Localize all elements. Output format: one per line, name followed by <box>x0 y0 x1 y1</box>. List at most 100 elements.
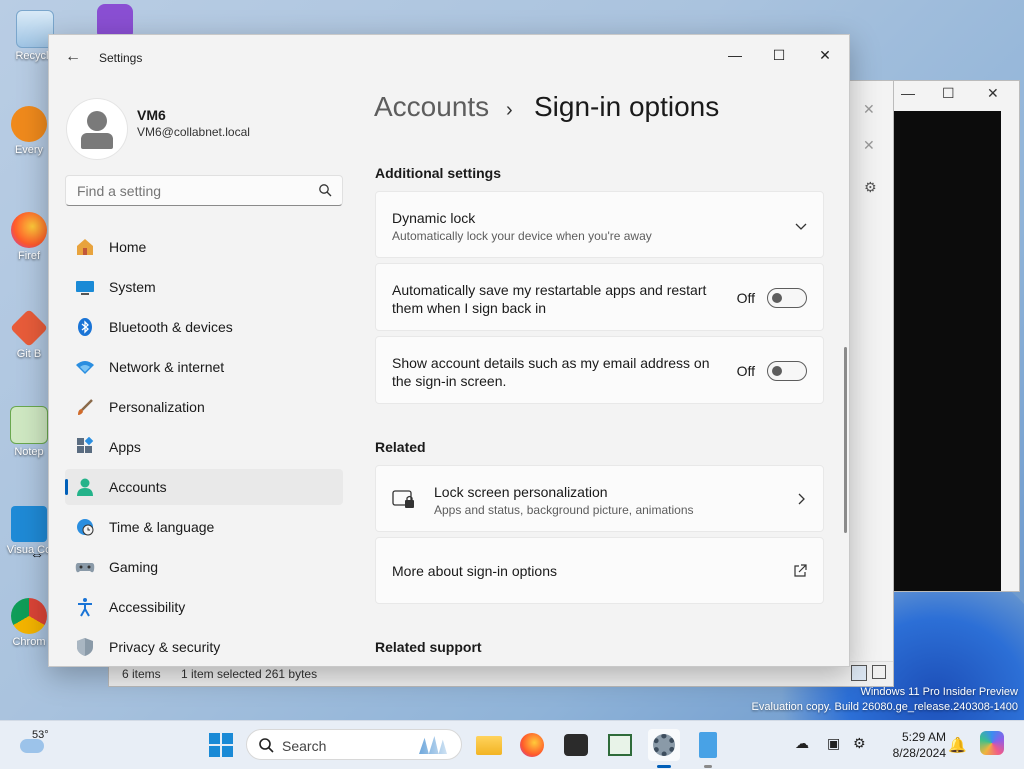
nav-item-system[interactable]: System <box>65 269 343 305</box>
cpu-monitor-taskbar-button[interactable] <box>604 729 636 761</box>
desktop-icon-vscode[interactable]: Visua Co <box>6 506 52 556</box>
globe-clock-icon <box>77 519 94 536</box>
account-details-state: Off <box>736 363 755 379</box>
account-details-title-line1: Show account details such as my email ad… <box>392 355 710 371</box>
nav-item-gaming[interactable]: Gaming <box>65 549 343 585</box>
network-icon <box>76 361 94 374</box>
search-box[interactable] <box>65 175 343 206</box>
title-bar[interactable]: ← Settings — ☐ ✕ <box>49 35 849 79</box>
settings-taskbar-button[interactable] <box>648 729 680 761</box>
terminal-close-button[interactable]: ✕ <box>987 85 999 102</box>
everything-search-icon <box>11 106 47 142</box>
windows-logo-icon <box>209 733 233 757</box>
nav-label: Time & language <box>109 519 215 535</box>
details-view-icon[interactable] <box>851 665 867 681</box>
account-details-toggle[interactable] <box>767 361 807 381</box>
maximize-button[interactable]: ☐ <box>763 41 795 69</box>
system-tray[interactable]: ☁ ▣ ⚙ <box>795 735 875 755</box>
breadcrumb-accounts[interactable]: Accounts <box>374 91 489 123</box>
back-button[interactable]: ← <box>63 47 83 67</box>
desktop-icon-git-bash[interactable]: Git B <box>6 308 52 360</box>
avatar[interactable] <box>67 99 127 159</box>
nav-item-accessibility[interactable]: Accessibility <box>65 589 343 625</box>
nav-label: Home <box>109 239 147 255</box>
avatar-head <box>87 111 107 131</box>
toggle-knob <box>772 366 782 376</box>
restart-apps-title-line2: them when I sign back in <box>392 300 547 316</box>
content-scrollbar[interactable] <box>844 347 847 533</box>
desktop-icon-chrome[interactable]: Chrom <box>6 598 52 648</box>
window-title: Settings <box>99 51 143 65</box>
open-external-icon <box>794 564 807 577</box>
search-icon <box>259 738 274 753</box>
terminal-maximize-button[interactable]: ☐ <box>942 85 955 102</box>
desktop-icon-label: Visua Co <box>6 544 52 556</box>
notification-bell-icon[interactable]: 🔔 <box>948 736 967 754</box>
folder-icon <box>476 736 502 755</box>
resize-cursor-icon: ⇔ <box>30 546 44 562</box>
dynamic-lock-title: Dynamic lock <box>392 210 476 226</box>
desktop-icon-label: Every <box>14 144 44 156</box>
taskbar-search[interactable]: Search <box>246 729 462 760</box>
explorer-gear-icon[interactable]: ⚙ <box>864 179 877 196</box>
taskbar: 53° Search ☁ ▣ ⚙ 5:29 AM 8/28/2024 🔔 <box>0 720 1024 769</box>
nav-item-apps[interactable]: Apps <box>65 429 343 465</box>
system-icon <box>76 281 94 295</box>
clock[interactable]: 5:29 AM 8/28/2024 <box>893 729 946 761</box>
terminal-minimize-button[interactable]: — <box>901 85 915 101</box>
desktop-icon-notepad[interactable]: Notep <box>6 406 52 458</box>
status-item-count: 6 items <box>122 667 161 681</box>
tiles-view-icon[interactable] <box>872 665 886 679</box>
nav-item-time-language[interactable]: Time & language <box>65 509 343 545</box>
close-button[interactable]: ✕ <box>809 41 841 69</box>
lock-screen-personalization-card[interactable]: Lock screen personalization Apps and sta… <box>375 465 824 532</box>
desktop-icon-everything[interactable]: Every <box>6 106 52 156</box>
gamepad-icon <box>75 563 95 573</box>
nav-label: Gaming <box>109 559 159 575</box>
dynamic-lock-subtitle: Automatically lock your device when you'… <box>392 229 652 243</box>
section-heading-related: Related <box>375 439 426 455</box>
restart-apps-toggle[interactable] <box>767 288 807 308</box>
explorer-close-icon[interactable]: ✕ <box>863 101 875 118</box>
terminal-console[interactable] <box>893 111 1001 591</box>
copilot-icon[interactable] <box>980 731 1004 755</box>
terminal-taskbar-button[interactable] <box>560 729 592 761</box>
gear-icon <box>653 734 675 756</box>
section-heading-related-support: Related support <box>375 639 482 655</box>
nav-label: Personalization <box>109 399 205 415</box>
git-bash-icon <box>9 308 49 348</box>
breadcrumb-separator: › <box>506 99 513 121</box>
accessibility-icon <box>78 598 92 617</box>
start-button[interactable] <box>205 729 237 761</box>
nav-item-network[interactable]: Network & internet <box>65 349 343 385</box>
more-about-sign-in-card[interactable]: More about sign-in options <box>375 537 824 604</box>
firefox-icon <box>520 733 544 757</box>
search-icon[interactable] <box>318 183 332 197</box>
nav-item-home[interactable]: Home <box>65 229 343 265</box>
notepad-taskbar-button[interactable] <box>692 729 724 761</box>
minimize-button[interactable]: — <box>719 41 751 69</box>
dynamic-lock-card[interactable]: Dynamic lock Automatically lock your dev… <box>375 191 824 258</box>
chevron-down-icon[interactable] <box>795 220 807 232</box>
nav-item-bluetooth[interactable]: Bluetooth & devices <box>65 309 343 345</box>
vscode-icon <box>11 506 47 542</box>
nav-item-personalization[interactable]: Personalization <box>65 389 343 425</box>
file-explorer-taskbar-button[interactable] <box>473 729 505 761</box>
desktop-icon-firefox[interactable]: Firef <box>6 212 52 262</box>
nav-label: Accessibility <box>109 599 186 615</box>
explorer-close-icon-2[interactable]: ✕ <box>863 137 875 154</box>
firefox-taskbar-button[interactable] <box>516 729 548 761</box>
cloud-sun-icon <box>20 739 44 753</box>
search-input[interactable] <box>75 182 309 200</box>
watermark-line2: Evaluation copy. Build 26080.ge_release.… <box>751 701 1018 713</box>
weather-widget[interactable]: 53° <box>14 727 64 763</box>
more-about-title: More about sign-in options <box>392 563 557 579</box>
nav-label: Privacy & security <box>109 639 221 655</box>
nav-item-privacy-security[interactable]: Privacy & security <box>65 629 343 665</box>
nav-item-accounts[interactable]: Accounts <box>65 469 343 505</box>
active-indicator <box>65 479 68 495</box>
apps-icon <box>77 437 94 453</box>
restart-apps-state: Off <box>736 290 755 306</box>
notepad-plus-icon <box>10 406 48 444</box>
desktop-icon-label: Firef <box>18 250 40 262</box>
